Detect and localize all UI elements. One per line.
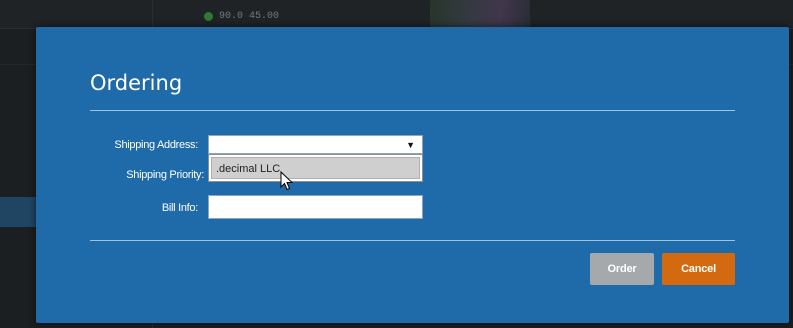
order-button[interactable]: Order bbox=[590, 253, 654, 285]
bill-info-input[interactable] bbox=[208, 195, 423, 219]
mouse-pointer-icon bbox=[280, 171, 294, 191]
background-map-thumbnail bbox=[430, 0, 530, 28]
readout-value-2: 45.00 bbox=[249, 10, 280, 22]
cancel-button[interactable]: Cancel bbox=[662, 253, 735, 285]
shipping-address-select[interactable]: ▼ bbox=[208, 135, 423, 154]
shipping-address-label: Shipping Address: bbox=[114, 139, 198, 151]
dialog-title: Ordering bbox=[90, 71, 183, 95]
status-dot-icon bbox=[204, 11, 213, 21]
footer-divider bbox=[90, 240, 735, 241]
title-divider bbox=[90, 110, 735, 111]
background-selected-row bbox=[0, 197, 36, 227]
ordering-dialog: Ordering Shipping Address: Shipping Prio… bbox=[36, 27, 789, 323]
shipping-priority-label: Shipping Priority: bbox=[126, 169, 204, 181]
background-toolbar bbox=[0, 0, 793, 29]
chevron-down-icon: ▼ bbox=[406, 140, 415, 150]
bill-info-label: Bill Info: bbox=[161, 202, 198, 214]
shipping-address-dropdown: .decimal LLC bbox=[208, 154, 423, 182]
background-readout: 90.0 45.00 bbox=[204, 9, 279, 23]
readout-value-1: 90.0 bbox=[219, 10, 244, 22]
dropdown-option[interactable]: .decimal LLC bbox=[211, 157, 420, 179]
